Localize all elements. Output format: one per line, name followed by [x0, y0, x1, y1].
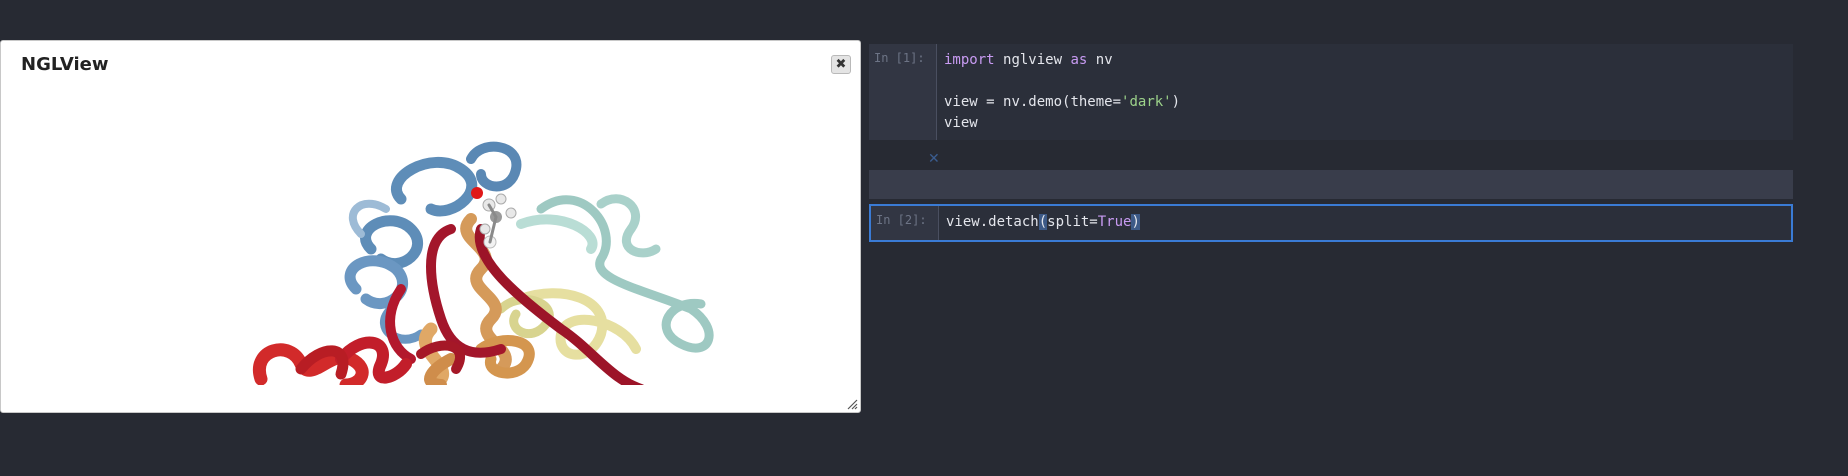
- code-text: view.detach(split=True): [939, 206, 1791, 233]
- output-area: [869, 170, 1793, 199]
- close-icon: ✖: [835, 57, 847, 72]
- kwarg: split=: [1047, 214, 1098, 230]
- keyword-import: import: [944, 52, 995, 68]
- dialog-title: NGLView: [21, 54, 109, 75]
- view-var: view: [944, 115, 978, 131]
- resize-grip-icon[interactable]: [846, 398, 858, 410]
- call-expr: nv.demo(theme=: [1003, 94, 1122, 110]
- alias: nv: [1095, 52, 1113, 68]
- string-literal: 'dark': [1121, 94, 1172, 110]
- code-cell-2[interactable]: In [2]: view.detach(split=True): [869, 204, 1793, 242]
- bracket-close: ): [1131, 214, 1140, 230]
- assign-target: view: [944, 94, 978, 110]
- code-text: import nglview as nv view = nv.demo(them…: [944, 52, 1181, 131]
- code-editor[interactable]: import nglview as nv view = nv.demo(them…: [936, 44, 1793, 140]
- protein-structure: [252, 141, 714, 385]
- x-icon[interactable]: ✕: [928, 151, 940, 167]
- molecule-viewer[interactable]: [1, 89, 861, 385]
- cell-prompt: In [1]:: [874, 51, 925, 65]
- call-close: ): [1171, 94, 1181, 110]
- bool-literal: True: [1097, 214, 1132, 230]
- cell-prompt: In [2]:: [876, 213, 927, 227]
- nglview-dialog[interactable]: NGLView ✖: [0, 40, 861, 413]
- code-call: view.detach: [946, 214, 1039, 230]
- close-button[interactable]: ✖: [831, 55, 851, 74]
- code-cell-1[interactable]: In [1]: import nglview as nv view = nv.d…: [869, 44, 1793, 140]
- code-editor[interactable]: view.detach(split=True): [938, 206, 1791, 240]
- bracket-open: (: [1038, 214, 1048, 230]
- module-name: nglview: [1003, 52, 1063, 68]
- keyword-as: as: [1070, 52, 1088, 68]
